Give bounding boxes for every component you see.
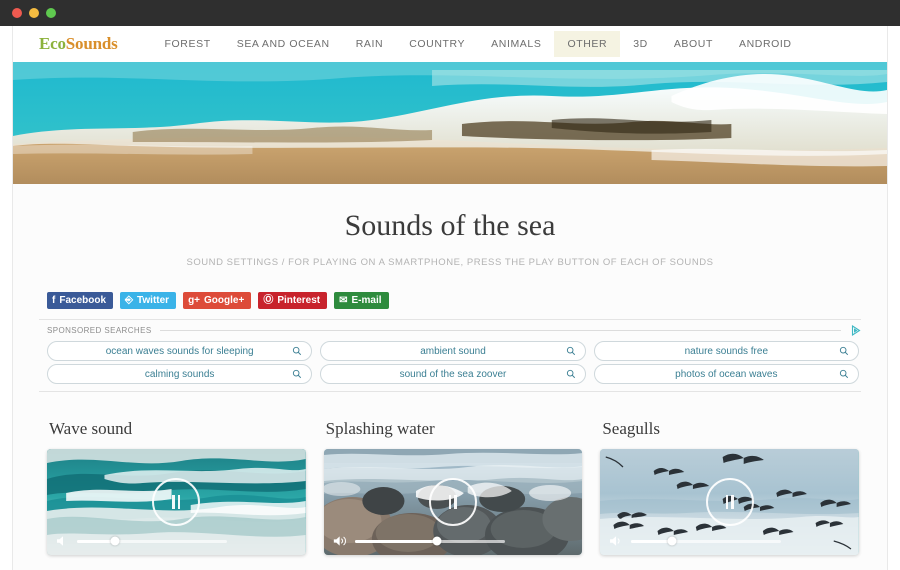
sound-player-seagulls[interactable] bbox=[600, 449, 859, 555]
sound-player-wave-sound[interactable] bbox=[47, 449, 306, 555]
share-button-facebook[interactable]: f Facebook bbox=[47, 292, 114, 309]
sound-card-title: Wave sound bbox=[49, 419, 133, 438]
googleplus-icon: g+ bbox=[188, 294, 201, 306]
site-header: EcoSounds FOREST SEA AND OCEAN RAIN COUN… bbox=[13, 26, 887, 62]
share-label-googleplus: Google+ bbox=[204, 295, 245, 306]
volume-control[interactable] bbox=[333, 535, 574, 547]
share-label-email: E-mail bbox=[351, 295, 382, 306]
volume-slider-fill bbox=[354, 539, 438, 543]
adchoices-glyph bbox=[851, 324, 861, 336]
social-share-row: f Facebook ⎆ Twitter g+ Google+ Ⓞ Pinter… bbox=[39, 292, 861, 309]
email-icon: ✉ bbox=[339, 294, 348, 306]
share-button-pinterest[interactable]: Ⓞ Pinterest bbox=[258, 292, 328, 309]
window-titlebar bbox=[0, 0, 900, 26]
sound-card-title: Seagulls bbox=[602, 419, 660, 438]
hero-banner-image bbox=[13, 62, 887, 184]
magnifier-icon bbox=[566, 369, 575, 379]
sponsored-search-text: sound of the sea zoover bbox=[399, 368, 507, 380]
magnifier-icon bbox=[839, 369, 849, 379]
magnifier-icon bbox=[293, 346, 302, 356]
page-content: Sounds of the sea SOUND SETTINGS / FOR P… bbox=[13, 184, 887, 570]
volume-slider-knob[interactable] bbox=[110, 536, 119, 546]
sponsored-search-item[interactable]: ambient sound bbox=[320, 341, 586, 361]
browser-window: EcoSounds FOREST SEA AND OCEAN RAIN COUN… bbox=[0, 0, 900, 570]
volume-medium-icon bbox=[610, 536, 620, 546]
nav-item-animals[interactable]: ANIMALS bbox=[478, 31, 554, 57]
volume-slider-track[interactable] bbox=[631, 536, 782, 546]
share-button-twitter[interactable]: ⎆ Twitter bbox=[120, 292, 177, 309]
sponsored-search-item[interactable]: sound of the sea zoover bbox=[320, 364, 586, 384]
page-viewport: EcoSounds FOREST SEA AND OCEAN RAIN COUN… bbox=[12, 26, 888, 570]
sponsored-search-item[interactable]: calming sounds bbox=[47, 364, 313, 384]
volume-slider-fill bbox=[77, 539, 115, 543]
sponsored-search-item[interactable]: photos of ocean waves bbox=[593, 364, 859, 384]
sound-player-splashing-water[interactable] bbox=[323, 449, 583, 555]
sound-card-splashing-water: Splashing water bbox=[323, 419, 583, 555]
nav-item-sea-and-ocean[interactable]: SEA AND OCEAN bbox=[224, 31, 343, 57]
nav-item-forest[interactable]: FOREST bbox=[152, 31, 224, 57]
sponsored-searches-block: SPONSORED SEARCHES ocean waves sounds fo… bbox=[39, 319, 861, 392]
adchoices-triangle-icon[interactable] bbox=[849, 324, 861, 336]
share-label-pinterest: Pinterest bbox=[277, 295, 321, 306]
pause-button[interactable] bbox=[705, 478, 754, 526]
logo-text-eco: Eco bbox=[39, 34, 66, 53]
sponsored-search-text: calming sounds bbox=[144, 368, 215, 380]
nav-item-country[interactable]: COUNTRY bbox=[396, 31, 478, 57]
sponsored-search-text: photos of ocean waves bbox=[675, 368, 778, 380]
window-maximize-button[interactable] bbox=[46, 8, 56, 18]
main-navigation: FOREST SEA AND OCEAN RAIN COUNTRY ANIMAL… bbox=[152, 31, 805, 57]
page-subtitle: SOUND SETTINGS / FOR PLAYING ON A SMARTP… bbox=[186, 257, 714, 268]
nav-item-about[interactable]: ABOUT bbox=[661, 31, 726, 57]
volume-slider-knob[interactable] bbox=[667, 536, 677, 546]
sponsored-search-item[interactable]: nature sounds free bbox=[593, 341, 859, 361]
pause-icon bbox=[725, 495, 734, 509]
share-label-twitter: Twitter bbox=[137, 295, 170, 306]
window-close-button[interactable] bbox=[12, 8, 22, 18]
sound-player-grid: Wave sound Splashing water Seagulls bbox=[39, 419, 861, 555]
share-button-email[interactable]: ✉ E-mail bbox=[334, 292, 389, 309]
volume-high-icon bbox=[333, 536, 346, 546]
volume-slider-track[interactable] bbox=[77, 536, 227, 546]
sound-card-seagulls: Seagulls bbox=[600, 419, 859, 555]
magnifier-icon bbox=[566, 346, 575, 356]
volume-control[interactable] bbox=[609, 535, 850, 547]
sponsored-search-text: ocean waves sounds for sleeping bbox=[105, 345, 254, 357]
nav-item-android[interactable]: ANDROID bbox=[726, 31, 805, 57]
twitter-icon: ⎆ bbox=[125, 294, 134, 306]
sponsored-searches-label: SPONSORED SEARCHES bbox=[47, 325, 152, 335]
volume-slider-knob[interactable] bbox=[432, 536, 442, 546]
facebook-icon: f bbox=[52, 294, 56, 306]
volume-slider-fill bbox=[631, 539, 672, 543]
sound-card-wave-sound: Wave sound bbox=[47, 419, 306, 555]
share-label-facebook: Facebook bbox=[59, 295, 107, 306]
sponsored-searches-header: SPONSORED SEARCHES bbox=[39, 324, 861, 336]
magnifier-icon bbox=[839, 346, 849, 356]
sponsored-search-text: nature sounds free bbox=[684, 345, 769, 357]
sound-card-title: Splashing water bbox=[325, 419, 435, 438]
pause-button[interactable] bbox=[152, 478, 201, 526]
pause-icon bbox=[172, 495, 181, 509]
page-title: Sounds of the sea bbox=[344, 209, 556, 242]
header-divider-line bbox=[159, 329, 841, 331]
pinterest-icon: Ⓞ bbox=[263, 294, 274, 306]
magnifier-icon bbox=[293, 369, 302, 379]
hero-illustration bbox=[13, 62, 887, 184]
nav-item-3d[interactable]: 3D bbox=[620, 31, 661, 57]
sponsored-search-item[interactable]: ocean waves sounds for sleeping bbox=[47, 341, 313, 361]
site-logo[interactable]: EcoSounds bbox=[39, 34, 118, 54]
volume-low-icon bbox=[57, 536, 63, 546]
nav-item-rain[interactable]: RAIN bbox=[343, 31, 397, 57]
share-button-googleplus[interactable]: g+ Google+ bbox=[183, 292, 252, 309]
pause-icon bbox=[448, 495, 457, 509]
volume-control[interactable] bbox=[56, 535, 297, 547]
volume-slider-track[interactable] bbox=[354, 536, 505, 546]
pause-button[interactable] bbox=[428, 478, 477, 526]
sponsored-searches-grid: ocean waves sounds for sleeping ambient … bbox=[39, 341, 861, 384]
window-minimize-button[interactable] bbox=[29, 8, 39, 18]
nav-item-other[interactable]: OTHER bbox=[554, 31, 621, 57]
sponsored-search-text: ambient sound bbox=[420, 345, 486, 357]
logo-text-sounds: Sounds bbox=[65, 34, 118, 53]
